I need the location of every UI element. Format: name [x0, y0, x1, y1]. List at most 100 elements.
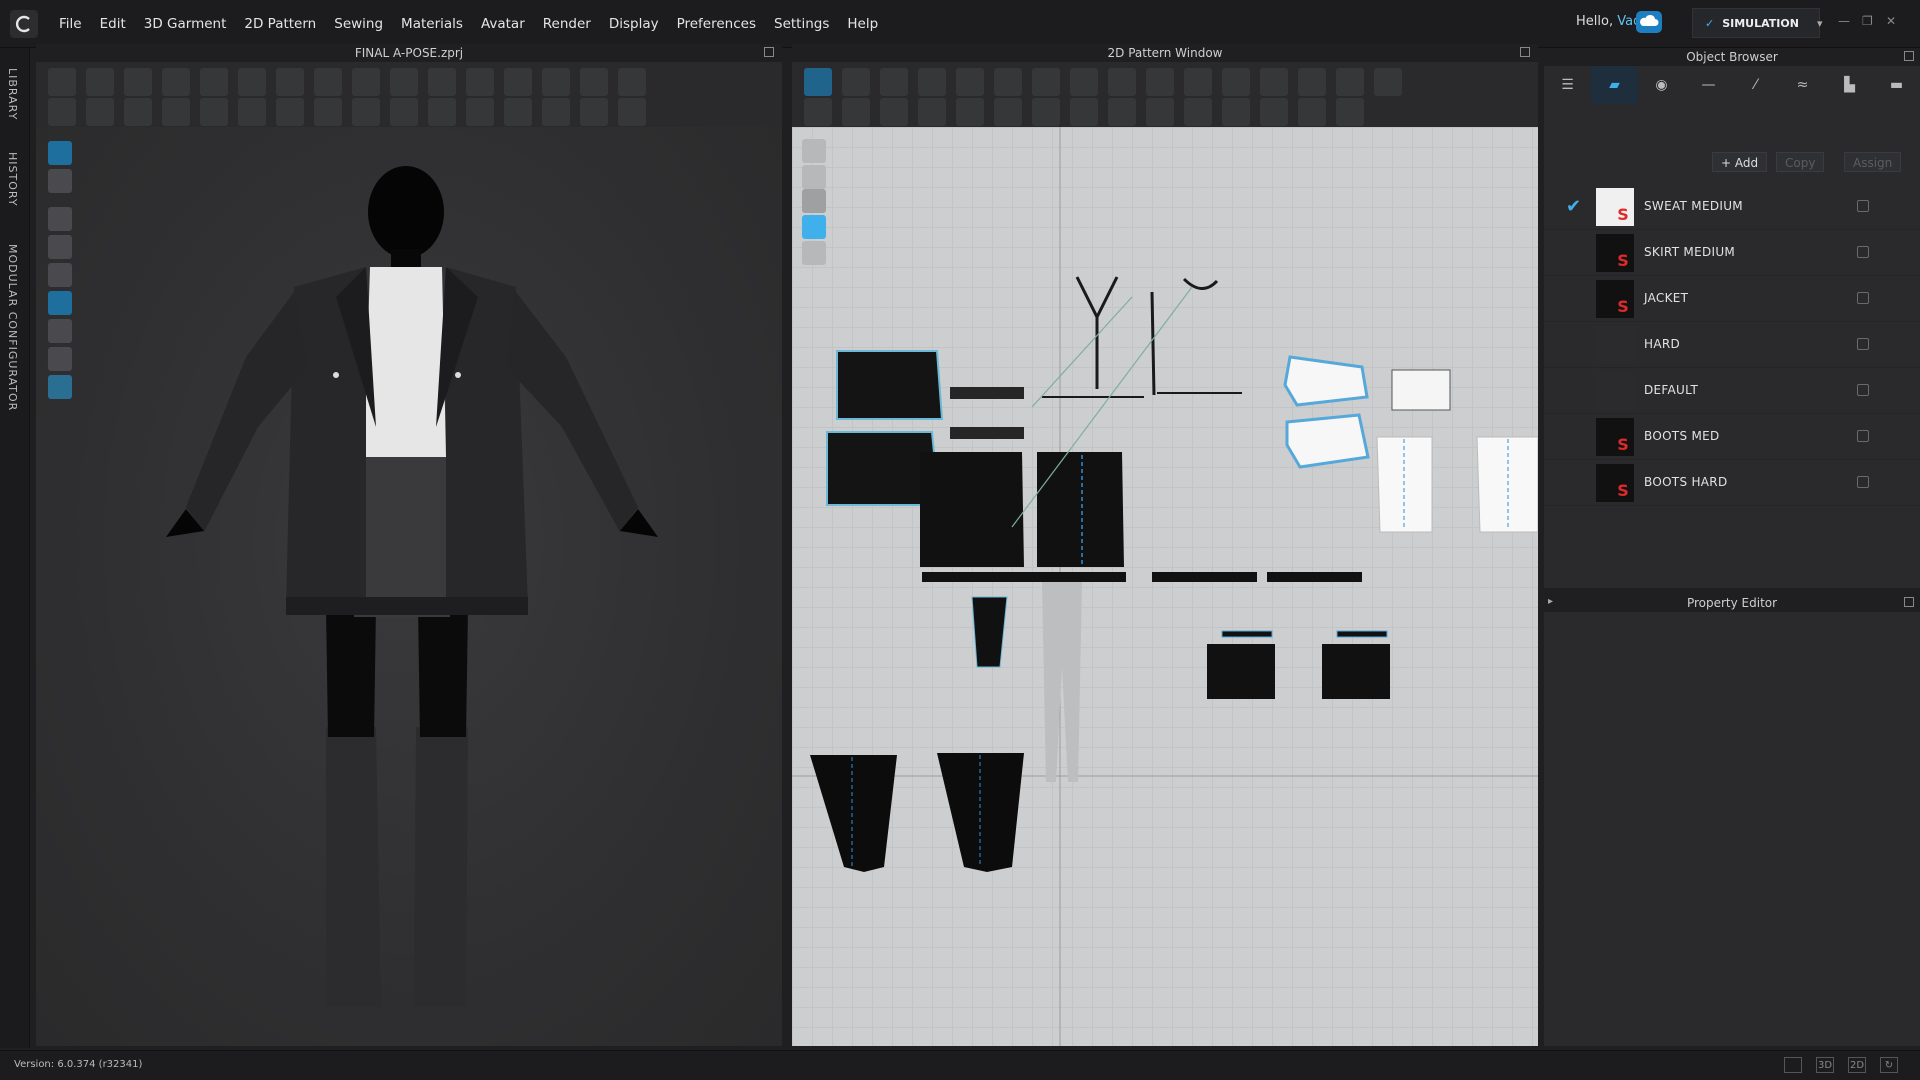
- texture-icon[interactable]: [390, 98, 418, 126]
- measure-icon[interactable]: [390, 68, 418, 96]
- zipper-tab-icon[interactable]: ▙: [1826, 66, 1873, 104]
- puckering-tab-icon[interactable]: ≈: [1779, 66, 1826, 104]
- check-sewing-icon[interactable]: [200, 98, 228, 126]
- button-tool-icon[interactable]: [238, 98, 266, 126]
- trim-2d-icon[interactable]: [1336, 98, 1364, 126]
- strengthen-icon[interactable]: [314, 68, 342, 96]
- buttonhole-tab-icon[interactable]: —: [1685, 66, 1732, 104]
- elastic-icon[interactable]: [1108, 98, 1136, 126]
- assign-button[interactable]: Assign: [1844, 152, 1902, 172]
- avatar-measure-icon[interactable]: [504, 68, 532, 96]
- topstitch-icon[interactable]: [466, 98, 494, 126]
- buttonhole-2d-icon[interactable]: [994, 98, 1022, 126]
- line-tool-icon[interactable]: [580, 68, 608, 96]
- transform-2d-icon[interactable]: [804, 68, 832, 96]
- split-view-icon[interactable]: [1784, 1057, 1802, 1073]
- sidebar-tab-library[interactable]: LIBRARY: [6, 68, 19, 120]
- graphic-icon[interactable]: [428, 98, 456, 126]
- arrangement-point-icon[interactable]: [542, 68, 570, 96]
- mode-selector[interactable]: ✓ SIMULATION ▾: [1692, 8, 1822, 38]
- polygon-icon[interactable]: [918, 68, 946, 96]
- segment-sewing-2d-icon[interactable]: [804, 98, 832, 126]
- material-options-icon[interactable]: [1857, 430, 1869, 442]
- fold-2d-icon[interactable]: [1108, 68, 1136, 96]
- zipper-icon[interactable]: [314, 98, 342, 126]
- edit-sewing-2d-icon[interactable]: [880, 98, 908, 126]
- restore-icon[interactable]: ❐: [1862, 14, 1873, 28]
- ruler-icon[interactable]: [1222, 68, 1250, 96]
- cloud-sync-icon[interactable]: [1636, 11, 1662, 33]
- sidebar-tab-modular-configurator[interactable]: MODULAR CONFIGURATOR: [6, 244, 19, 411]
- edit-point-icon[interactable]: [842, 68, 870, 96]
- slash-spread-icon[interactable]: [1070, 68, 1098, 96]
- view-2d-button[interactable]: 2D: [1848, 1057, 1866, 1073]
- fold-arrangement-icon[interactable]: [162, 68, 190, 96]
- select-move-tool-icon[interactable]: [48, 68, 76, 96]
- sew-tool-icon[interactable]: [48, 98, 76, 126]
- button-2d-icon[interactable]: [956, 98, 984, 126]
- material-item[interactable]: S JACKET: [1544, 276, 1920, 322]
- free-sew-icon[interactable]: [124, 98, 152, 126]
- menu-file[interactable]: File: [50, 16, 91, 32]
- edit-sewing-icon[interactable]: [162, 98, 190, 126]
- menu-2d-pattern[interactable]: 2D Pattern: [235, 16, 325, 32]
- internal-polygon-icon[interactable]: [994, 68, 1022, 96]
- rectangle-icon[interactable]: [956, 68, 984, 96]
- menu-3d-garment[interactable]: 3D Garment: [135, 16, 236, 32]
- lock-icon[interactable]: [580, 98, 608, 126]
- fabric-2d-icon[interactable]: [1374, 68, 1402, 96]
- 3d-viewport[interactable]: [36, 127, 782, 1046]
- tack-icon[interactable]: [276, 68, 304, 96]
- menu-display[interactable]: Display: [600, 16, 668, 32]
- popout-object-browser-icon[interactable]: [1904, 51, 1914, 61]
- popout-property-editor-icon[interactable]: [1904, 597, 1914, 607]
- popout-3d-icon[interactable]: [764, 47, 774, 57]
- buttonhole-icon[interactable]: [276, 98, 304, 126]
- brush-icon[interactable]: [618, 68, 646, 96]
- select-mesh-icon[interactable]: [124, 68, 152, 96]
- piping-icon[interactable]: [1070, 98, 1098, 126]
- list-view-icon[interactable]: ☰: [1544, 66, 1591, 104]
- material-options-icon[interactable]: [1857, 246, 1869, 258]
- menu-materials[interactable]: Materials: [392, 16, 472, 32]
- pin-icon[interactable]: [238, 68, 266, 96]
- material-item[interactable]: S SKIRT MEDIUM: [1544, 230, 1920, 276]
- minimize-icon[interactable]: —: [1838, 14, 1850, 28]
- gizmo-icon[interactable]: [200, 68, 228, 96]
- collapse-arrow-icon[interactable]: ▸: [1548, 596, 1553, 607]
- close-icon[interactable]: ✕: [1886, 14, 1896, 28]
- segment-topstitch-icon[interactable]: [1184, 98, 1212, 126]
- menu-settings[interactable]: Settings: [765, 16, 838, 32]
- annotation-icon[interactable]: [1260, 68, 1288, 96]
- topstitch-tab-icon[interactable]: ⁄: [1732, 66, 1779, 104]
- free-sewing-2d-icon[interactable]: [842, 98, 870, 126]
- material-item[interactable]: S BOOTS HARD: [1544, 460, 1920, 506]
- material-item[interactable]: HARD: [1544, 322, 1920, 368]
- menu-render[interactable]: Render: [534, 16, 600, 32]
- fabric-tab-icon[interactable]: ▰: [1591, 66, 1638, 104]
- menu-sewing[interactable]: Sewing: [325, 16, 392, 32]
- add-button[interactable]: + Add: [1712, 152, 1768, 172]
- menu-avatar[interactable]: Avatar: [472, 16, 534, 32]
- button-tab-icon[interactable]: ◉: [1638, 66, 1685, 104]
- topstitch-2d-icon[interactable]: [1146, 98, 1174, 126]
- material-item[interactable]: S BOOTS MED: [1544, 414, 1920, 460]
- trim-icon[interactable]: [352, 98, 380, 126]
- grading-icon[interactable]: [1336, 68, 1364, 96]
- edit-curve-icon[interactable]: [880, 68, 908, 96]
- 2d-pattern-viewport[interactable]: [792, 127, 1538, 1046]
- sidebar-tab-history[interactable]: HISTORY: [6, 152, 19, 207]
- app-logo[interactable]: [10, 10, 38, 38]
- material-options-icon[interactable]: [1857, 476, 1869, 488]
- material-item[interactable]: ✔ S SWEAT MEDIUM: [1544, 184, 1920, 230]
- garment-fit-icon[interactable]: [428, 68, 456, 96]
- trim-tab-icon[interactable]: ▬: [1873, 66, 1920, 104]
- material-options-icon[interactable]: [1857, 384, 1869, 396]
- check-sewing-2d-icon[interactable]: [918, 98, 946, 126]
- menu-edit[interactable]: Edit: [91, 16, 135, 32]
- menu-help[interactable]: Help: [838, 16, 887, 32]
- puckering-icon[interactable]: [504, 98, 532, 126]
- view-3d-button[interactable]: 3D: [1816, 1057, 1834, 1073]
- transform-pattern-icon[interactable]: [86, 68, 114, 96]
- material-options-icon[interactable]: [1857, 292, 1869, 304]
